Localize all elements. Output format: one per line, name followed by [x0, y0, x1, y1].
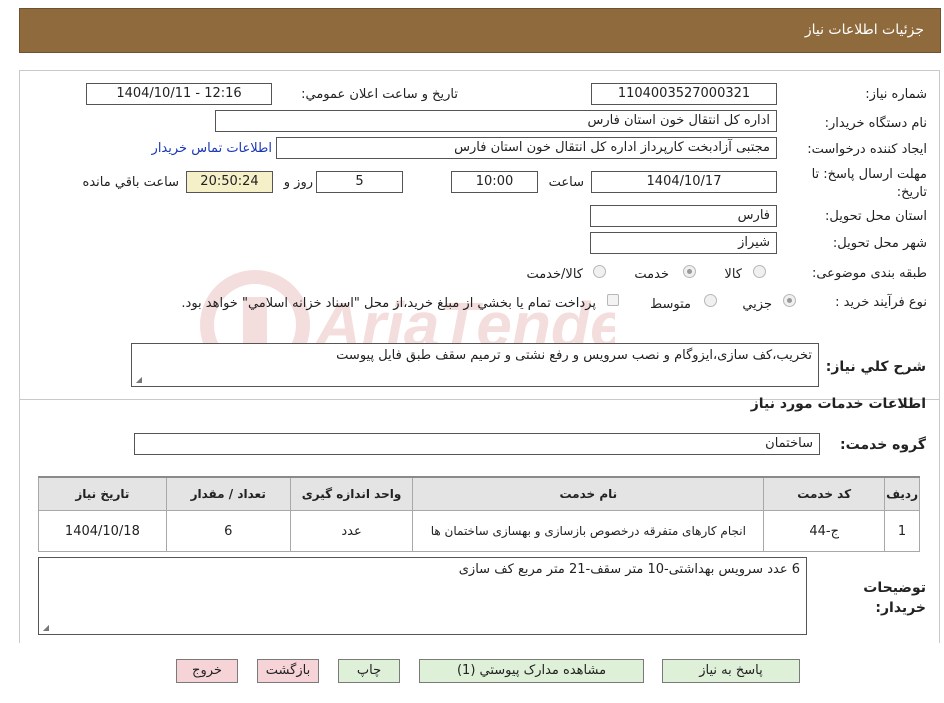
- description-text: تخریب،کف سازی،ایزوگام و نصب سرویس و رفع …: [336, 348, 812, 363]
- services-table-header: رديف کد خدمت نام خدمت واحد اندازه گيری ت…: [38, 476, 920, 511]
- announce-field: 1404/10/11 - 12:16: [86, 83, 272, 105]
- process-option-medium-radio[interactable]: [704, 294, 717, 307]
- service-group-field: ساختمان: [134, 433, 820, 455]
- print-button[interactable]: چاپ: [338, 659, 400, 683]
- need-number-field: 1104003527000321: [591, 83, 777, 105]
- col-need-date: تاریخ نیاز: [38, 476, 167, 511]
- remaining-days-field: 5: [316, 171, 403, 193]
- resize-grip-icon[interactable]: ◢: [134, 376, 142, 384]
- back-button[interactable]: بازگشت: [257, 659, 319, 683]
- deadline-time-label: ساعت: [548, 175, 584, 190]
- announce-label: تاریخ و ساعت اعلان عمومي:: [301, 87, 458, 102]
- deadline-label: مهلت ارسال پاسخ: تا تاریخ:: [811, 167, 927, 200]
- requester-label: ايجاد کننده درخواست:: [807, 142, 927, 157]
- col-unit: واحد اندازه گيری: [289, 476, 414, 511]
- deadline-time-field: 10:00: [451, 171, 538, 193]
- buyer-notes-label: توضيحات خريدار:: [863, 580, 926, 616]
- cell-service-name: انجام کارهای متفرقه درخصوص بازسازی و بهس…: [412, 510, 765, 552]
- services-table: رديف کد خدمت نام خدمت واحد اندازه گيری ت…: [38, 476, 920, 552]
- description-field: تخریب،کف سازی،ایزوگام و نصب سرویس و رفع …: [131, 343, 819, 387]
- exit-button[interactable]: خروج: [176, 659, 238, 683]
- requester-field: مجتبی آزادبخت کارپرداز اداره کل انتقال خ…: [276, 137, 777, 159]
- remaining-label: ساعت باقي مانده: [82, 175, 179, 190]
- service-group-label: گروه خدمت:: [840, 437, 926, 453]
- description-label: شرح کلي نياز:: [825, 359, 926, 375]
- process-option-minor-label: جزيي: [742, 297, 772, 312]
- page-header: جزئیات اطلاعات نیاز: [19, 8, 941, 53]
- cell-service-code: ج-44: [763, 510, 886, 552]
- buyer-notes-field: 6 عدد سرویس بهداشتی-10 متر سقف-21 متر مر…: [38, 557, 807, 635]
- province-label: استان محل تحويل:: [825, 209, 927, 224]
- city-label: شهر محل تحويل:: [832, 236, 927, 251]
- remaining-time-field: 20:50:24: [186, 171, 273, 193]
- page-title: جزئیات اطلاعات نیاز: [804, 22, 924, 38]
- city-field: شیراز: [590, 232, 777, 254]
- category-option-both-radio[interactable]: [593, 265, 606, 278]
- process-label: نوع فرآیند خرید :: [835, 295, 927, 310]
- buyer-org-field: اداره کل انتقال خون استان فارس: [215, 110, 777, 132]
- cell-need-date: 1404/10/18: [38, 510, 167, 552]
- category-option-goods-label: کالا: [724, 267, 742, 282]
- days-label: روز و: [283, 175, 313, 190]
- reply-button[interactable]: پاسخ به نياز: [662, 659, 800, 683]
- category-label: طبقه بندی موضوعی:: [811, 266, 927, 281]
- deadline-date-field: 1404/10/17: [591, 171, 777, 193]
- need-number-label: شماره نیاز:: [865, 87, 927, 102]
- resize-grip-icon[interactable]: ◢: [41, 624, 49, 632]
- category-option-service-radio[interactable]: [683, 265, 696, 278]
- cell-unit: عدد: [289, 510, 414, 552]
- buyer-org-label: نام دستگاه خريدار:: [824, 116, 927, 131]
- province-field: فارس: [590, 205, 777, 227]
- category-option-service-label: خدمت: [634, 267, 669, 282]
- process-option-medium-label: متوسط: [650, 297, 691, 312]
- cell-row-number: 1: [884, 510, 920, 552]
- category-option-both-label: کالا/خدمت: [526, 267, 583, 282]
- treasury-payment-checkbox[interactable]: [607, 294, 619, 306]
- cell-quantity: 6: [165, 510, 291, 552]
- col-row-number: رديف: [884, 476, 920, 511]
- category-option-goods-radio[interactable]: [753, 265, 766, 278]
- view-attachments-button[interactable]: مشاهده مدارک پيوستي (1): [419, 659, 644, 683]
- col-service-name: نام خدمت: [412, 476, 765, 511]
- col-service-code: کد خدمت: [763, 476, 886, 511]
- treasury-payment-note: پرداخت تمام يا بخشي از مبلغ خريد،از محل …: [181, 296, 596, 311]
- services-section-title: اطلاعات خدمات مورد نياز: [750, 396, 926, 412]
- table-row: 1 ج-44 انجام کارهای متفرقه درخصوص بازساز…: [38, 510, 920, 552]
- contact-buyer-link[interactable]: اطلاعات تماس خريدار: [152, 141, 272, 156]
- col-quantity: تعداد / مقدار: [165, 476, 291, 511]
- buyer-notes-text: 6 عدد سرویس بهداشتی-10 متر سقف-21 متر مر…: [458, 562, 800, 577]
- process-option-minor-radio[interactable]: [783, 294, 796, 307]
